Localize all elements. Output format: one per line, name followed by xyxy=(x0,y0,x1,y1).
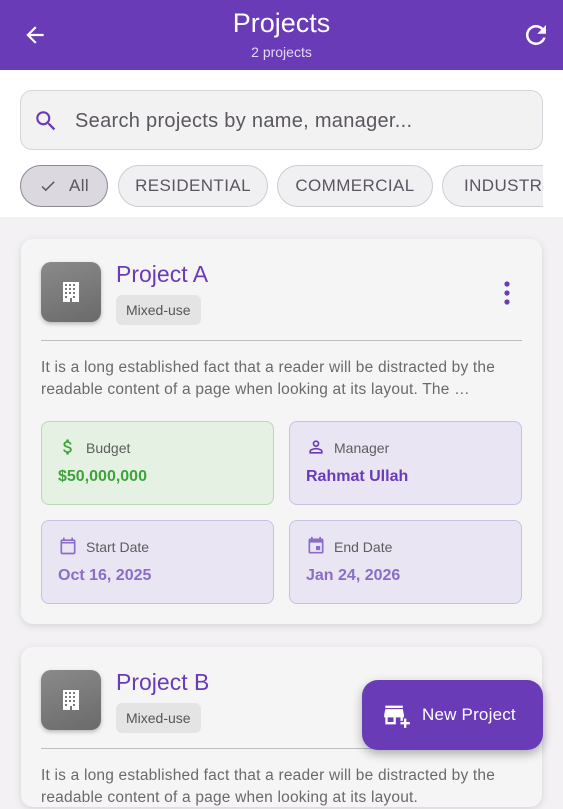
filter-chip-label: COMMERCIAL xyxy=(295,176,415,195)
building-icon xyxy=(41,262,101,322)
add-business-icon xyxy=(384,705,410,728)
filter-area: All RESIDENTIAL COMMERCIAL INDUSTRIAL xyxy=(0,70,563,217)
project-type-tag: Mixed-use xyxy=(116,295,201,325)
start-date-stat: Start Date Oct 16, 2025 xyxy=(41,520,274,604)
start-date-label: Start Date xyxy=(86,539,150,555)
check-icon xyxy=(41,181,55,192)
project-description: It is a long established fact that a rea… xyxy=(41,767,496,806)
budget-label: Budget xyxy=(86,440,131,456)
project-name: Project B xyxy=(116,669,210,695)
end-date-label: End Date xyxy=(334,539,393,555)
filter-chip-label: All xyxy=(68,176,90,195)
manager-stat: Manager Rahmat Ullah xyxy=(289,421,522,505)
calendar-icon xyxy=(58,536,78,556)
more-vert-icon[interactable] xyxy=(502,279,512,307)
filter-chips: All RESIDENTIAL COMMERCIAL INDUSTRIAL xyxy=(20,165,543,209)
building-icon xyxy=(41,670,101,730)
search-icon xyxy=(33,108,59,134)
search-input[interactable] xyxy=(75,103,525,139)
dollar-icon xyxy=(58,437,78,457)
filter-chip-label: INDUSTRIAL xyxy=(464,176,543,195)
budget-value: $50,000,000 xyxy=(58,468,147,485)
filter-chip-all[interactable]: All xyxy=(20,165,108,207)
project-card[interactable]: Project A Mixed-use It is a long establi… xyxy=(21,239,542,624)
end-date-value: Jan 24, 2026 xyxy=(306,567,401,584)
project-description: It is a long established fact that a rea… xyxy=(41,359,496,398)
manager-label: Manager xyxy=(334,440,390,456)
project-count: 2 projects xyxy=(251,44,312,60)
new-project-label: New Project xyxy=(422,705,516,724)
person-icon xyxy=(306,437,326,457)
filter-chip-label: RESIDENTIAL xyxy=(135,176,251,195)
refresh-icon[interactable] xyxy=(521,20,551,50)
new-project-button[interactable]: New Project xyxy=(362,680,543,750)
divider xyxy=(41,340,522,341)
project-type-tag: Mixed-use xyxy=(116,703,201,733)
start-date-value: Oct 16, 2025 xyxy=(58,567,152,584)
page-title: Projects xyxy=(232,8,331,38)
end-date-stat: End Date Jan 24, 2026 xyxy=(289,520,522,604)
budget-stat: Budget $50,000,000 xyxy=(41,421,274,505)
filter-chip-residential[interactable]: RESIDENTIAL xyxy=(118,165,268,207)
event-icon xyxy=(306,536,326,556)
manager-value: Rahmat Ullah xyxy=(306,468,409,485)
filter-chip-commercial[interactable]: COMMERCIAL xyxy=(277,165,433,207)
app-bar: Projects 2 projects xyxy=(0,0,563,70)
search-box xyxy=(20,90,543,150)
filter-chip-industrial[interactable]: INDUSTRIAL xyxy=(442,165,543,207)
project-name: Project A xyxy=(116,261,209,287)
